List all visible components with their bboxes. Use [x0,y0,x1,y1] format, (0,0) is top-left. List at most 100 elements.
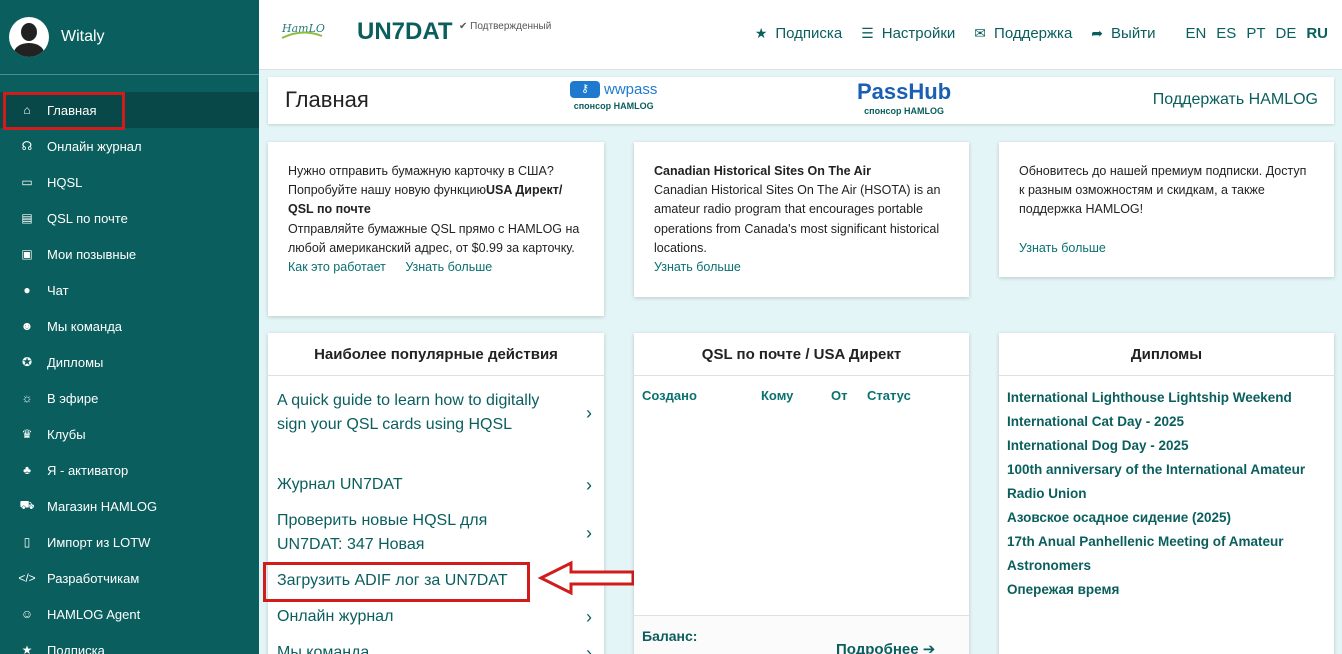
popular-actions-panel: Наиболее популярные действия A quick gui… [268,333,604,654]
topbar: HamLOG UN7DAT ✔ Подтвержденный ★Подписка… [259,0,1342,70]
lang-pt[interactable]: PT [1246,25,1265,42]
sponsor-passhub-caption: спонсор HAMLOG [864,106,945,116]
page-title: Главная [285,87,369,112]
hsota-card-title: Canadian Historical Sites On The Air [654,164,871,178]
top-nav-logout[interactable]: ➦ Выйти [1091,25,1155,42]
verified-badge: ✔ Подтвержденный [459,21,552,32]
award-item[interactable]: 17th Anual Panhellenic Meeting of Amateu… [999,530,1334,578]
id-card-icon: ▣ [21,247,33,261]
lang-de[interactable]: DE [1275,25,1296,42]
robot-icon: ☺ [20,607,34,621]
trophy-icon: ♛ [21,427,33,441]
support-hamlog-link[interactable]: Поддержать HAMLOG [1153,91,1318,109]
sponsor-wwpass-name: wwpass [604,81,658,98]
red-arrow-annotation [537,560,635,596]
sidebar-item-developers[interactable]: </> Разработчикам [0,560,259,596]
awards-title: Дипломы [999,333,1334,376]
sidebar-item-awards[interactable]: ✪ Дипломы [0,344,259,380]
language-switcher: EN ES PT DE RU [1175,25,1328,42]
sidebar-item-lotw-import[interactable]: ▯ Импорт из LOTW [0,524,259,560]
award-item[interactable]: Азовское осадное сидение (2025) [999,506,1334,530]
sidebar-item-callsigns[interactable]: ▣ Мои позывные [0,236,259,272]
award-item[interactable]: International Cat Day - 2025 [999,410,1334,434]
sidebar-item-agent[interactable]: ☺ HAMLOG Agent [0,596,259,632]
premium-card-text: Обновитесь до нашей премиум подписки. До… [1019,164,1307,217]
award-item[interactable]: International Lighthouse Lightship Weeke… [999,386,1334,410]
sidebar-item-shop[interactable]: ⛟ Магазин HAMLOG [0,488,259,524]
lang-en[interactable]: EN [1185,25,1206,42]
sidebar: Witaly ⌂ Главная ☊ Онлайн журнал ▭ HQSL ▤ QS… [0,0,259,654]
cart-icon: ⛟ [19,498,35,512]
popular-actions-title: Наиболее популярные действия [268,333,604,376]
award-item[interactable]: 100th anniversary of the International A… [999,458,1334,506]
top-nav: ★ Подписка ☰ Настройки ✉ Поддержка ➦ Выйти E… [736,25,1328,42]
more-details-link[interactable]: Подробнее ➔ [836,640,935,654]
sliders-icon: ☰ [861,25,874,41]
usa-direct-card: Нужно отправить бумажную карточку в США?… [268,142,604,316]
hsota-card: Canadian Historical Sites On The Air Can… [634,142,969,297]
action-hqsl-guide[interactable]: A quick guide to learn how to digitally … [268,389,604,437]
sidebar-item-home[interactable]: ⌂ Главная [0,92,259,128]
code-icon: </> [18,571,36,585]
qsl-direct-panel: QSL по почте / USA Директ Создано Кому О… [634,333,969,654]
premium-card: Обновитесь до нашей премиум подписки. До… [999,142,1334,277]
users-icon: ☻ [20,319,34,333]
top-nav-subscription[interactable]: ★ Подписка [755,25,842,42]
sponsor-wwpass[interactable]: ⚷ wwpass спонсор HAMLOG [570,81,657,111]
awards-list: International Lighthouse Lightship Weeke… [999,376,1334,602]
sidebar-item-qsl-mail[interactable]: ▤ QSL по почте [0,200,259,236]
user-name: Witaly [61,28,105,45]
comments-icon: ● [23,283,31,297]
sidebar-item-chat[interactable]: ● Чат [0,272,259,308]
sidebar-item-activator[interactable]: ♣ Я - активатор [0,452,259,488]
qsl-direct-title: QSL по почте / USA Директ [634,333,969,376]
sidebar-item-subscription[interactable]: ★ Подписка [0,632,259,654]
action-log[interactable]: Журнал UN7DAT › [268,473,604,497]
awards-panel: Дипломы International Lighthouse Lightsh… [999,333,1334,654]
top-nav-settings[interactable]: ☰ Настройки [861,25,955,42]
col-created: Создано [642,388,697,403]
user-block[interactable]: Witaly [0,0,259,75]
hsota-card-text: Canadian Historical Sites On The Air (HS… [654,183,941,255]
chevron-right-icon: › [586,643,592,654]
chevron-right-icon: › [586,607,592,627]
action-online-log[interactable]: Онлайн журнал › [268,605,604,629]
lang-es[interactable]: ES [1216,25,1236,42]
premium-learn-more-link[interactable]: Узнать больше [1019,239,1106,258]
sponsor-passhub[interactable]: PassHub спонсор HAMLOG [857,79,951,116]
home-icon: ⌂ [23,103,31,117]
avatar [9,17,49,57]
award-item[interactable]: International Dog Day - 2025 [999,434,1334,458]
inbox-icon: ▭ [21,175,33,189]
award-icon: ✪ [21,355,33,369]
star-icon: ★ [21,643,33,654]
sidebar-item-hqsl[interactable]: ▭ HQSL [0,164,259,200]
col-status: Статус [867,388,911,403]
sidebar-item-online-log[interactable]: ☊ Онлайн журнал [0,128,259,164]
top-nav-support[interactable]: ✉ Поддержка [974,25,1072,42]
col-from: От [831,388,848,403]
header-card: Главная ⚷ wwpass спонсор HAMLOG PassHub … [268,77,1334,124]
sidebar-item-team[interactable]: ☻ Мы команда [0,308,259,344]
col-to: Кому [761,388,794,403]
headset-icon: ☊ [21,139,33,153]
action-check-hqsl[interactable]: Проверить новые HQSL для UN7DAT: 347 Нов… [268,509,604,557]
envelope-icon: ✉ [974,25,987,41]
sidebar-item-clubs[interactable]: ♛ Клубы [0,416,259,452]
hamlog-logo[interactable]: HamLOG [279,16,325,46]
action-team[interactable]: Мы команда › [268,641,604,654]
sidebar-item-on-air[interactable]: ☼ В эфире [0,380,259,416]
hsota-learn-more-link[interactable]: Узнать больше [654,260,741,274]
award-item[interactable]: Опережая время [999,578,1334,602]
newspaper-icon: ▤ [21,211,33,225]
usa-learn-more-link[interactable]: Узнать больше [405,260,492,274]
chevron-right-icon: › [586,523,592,543]
lang-ru[interactable]: RU [1306,25,1328,42]
broadcast-icon: ☼ [21,391,33,405]
how-it-works-link[interactable]: Как это работает [288,260,386,274]
callsign[interactable]: UN7DAT [357,18,453,46]
sponsor-passhub-name: PassHub [857,79,952,104]
qsl-footer: Баланс: Подробнее ➔ [634,615,969,654]
qsl-table-header: Создано Кому От Статус [634,376,969,403]
sign-out-icon: ➦ [1091,25,1104,41]
